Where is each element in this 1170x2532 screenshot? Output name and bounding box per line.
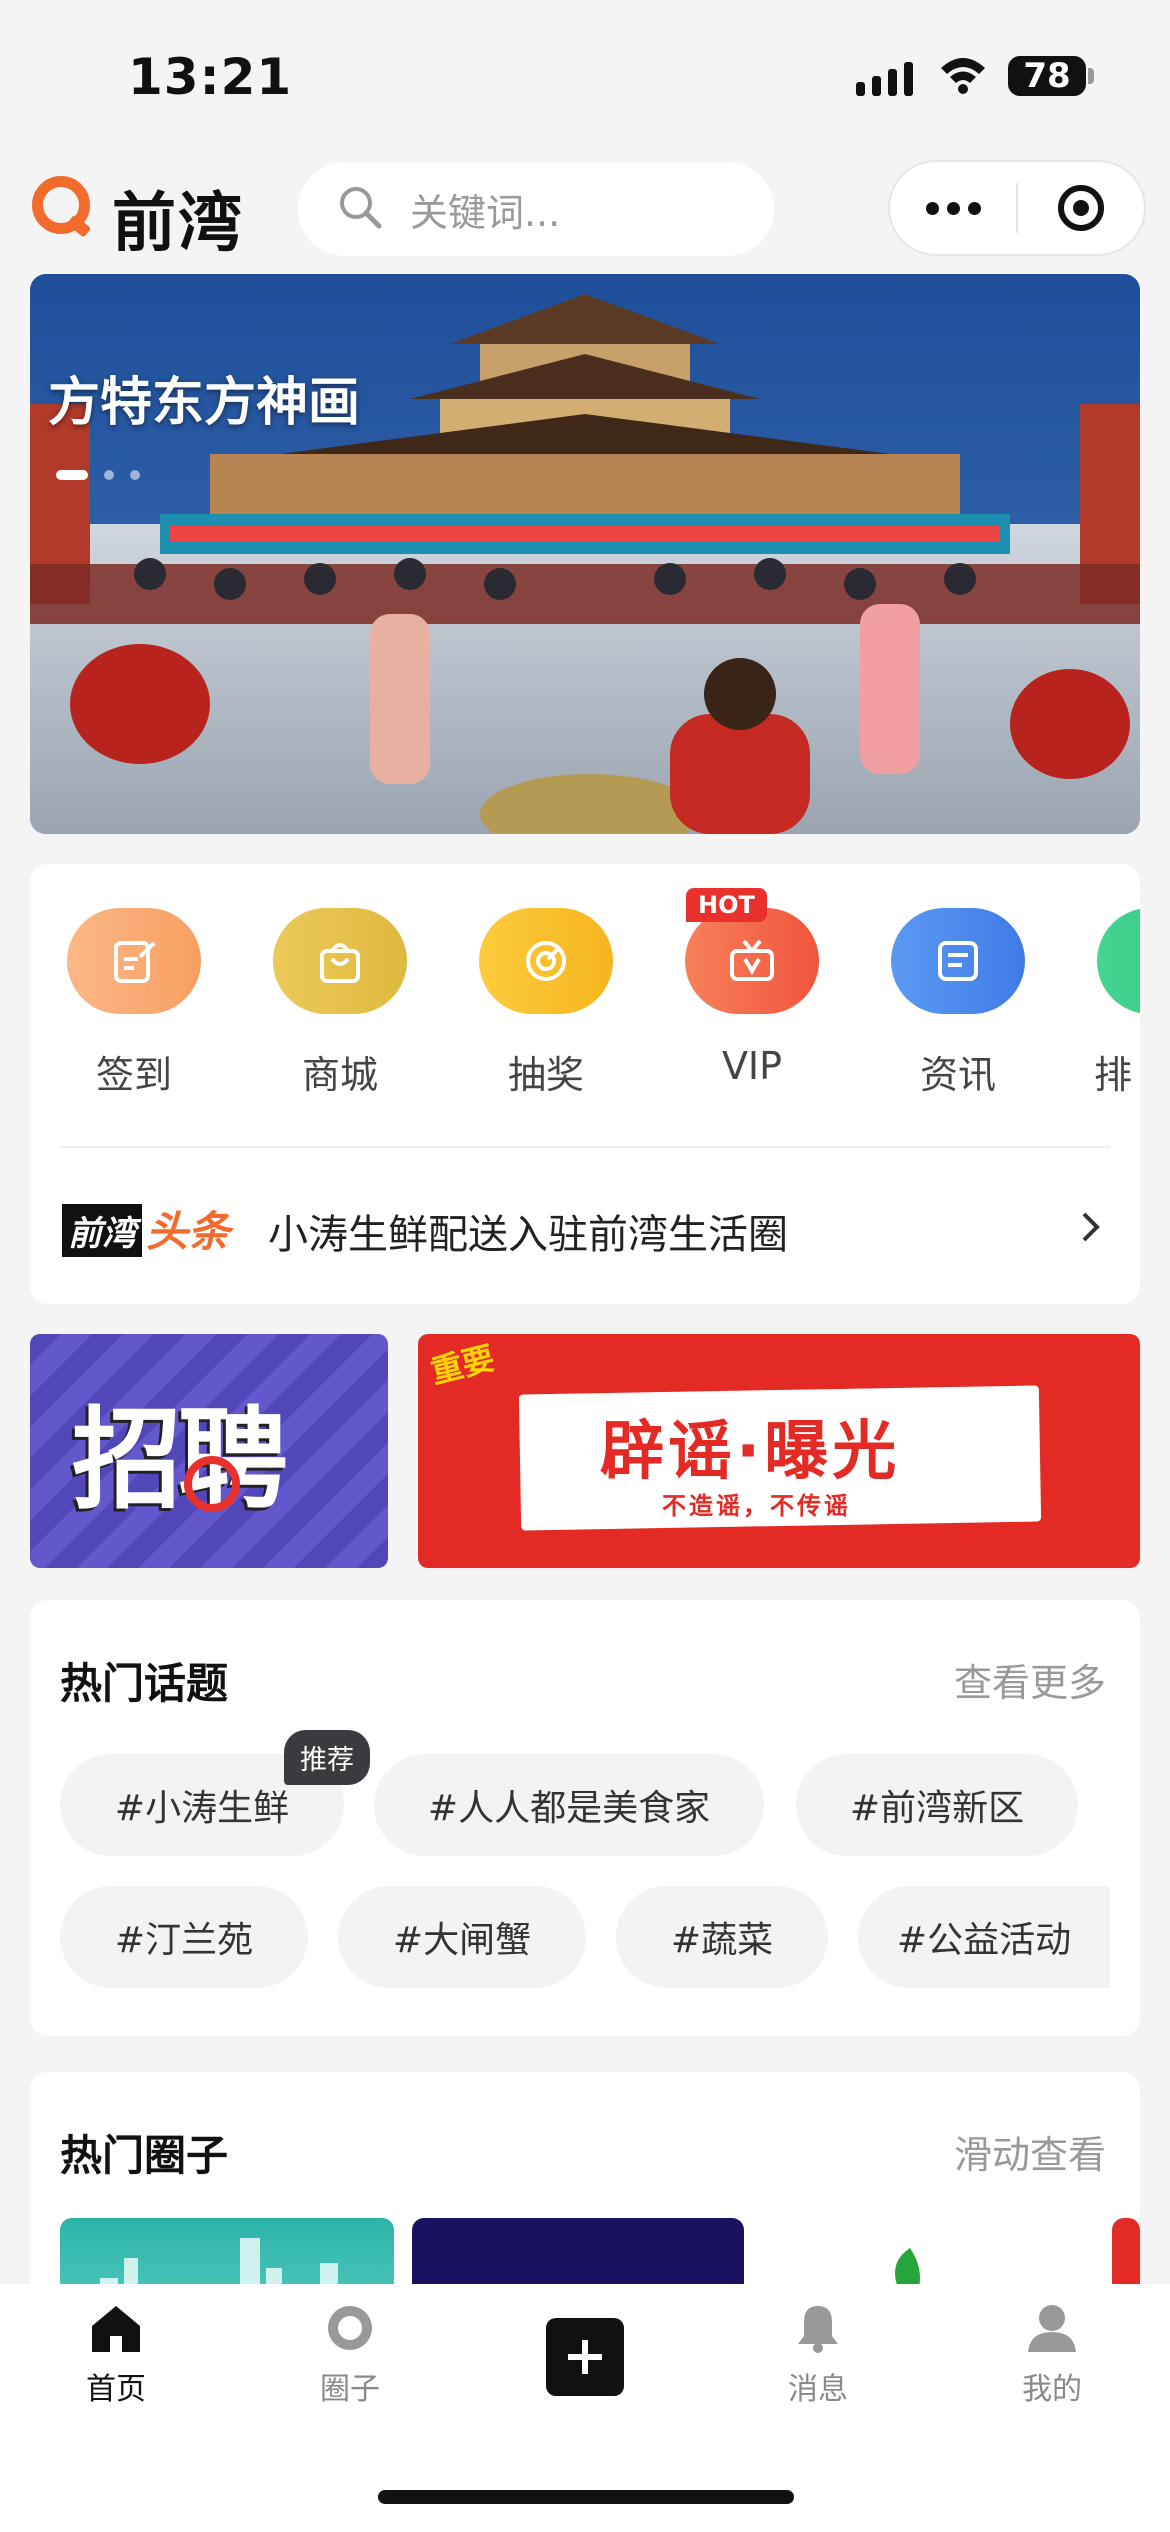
banner-dot	[130, 470, 140, 480]
hot-circles-title: 热门圈子	[60, 2131, 229, 2180]
hot-circles-hint: 滑动查看	[954, 2133, 1107, 2177]
search-icon	[338, 185, 382, 233]
menu-item-vip[interactable]: HOT VIP	[682, 888, 822, 1088]
home-indicator	[378, 2490, 794, 2504]
tab-label: 首页	[86, 2372, 146, 2407]
headline-brand-b: 头条	[146, 1207, 231, 1256]
search-placeholder: 关键词...	[410, 190, 561, 235]
battery-tip	[1088, 68, 1094, 84]
banner-dot-active	[56, 470, 88, 480]
menu-item-ranking[interactable]: 排	[1094, 908, 1140, 1099]
hot-topics-title: 热门话题	[60, 1659, 229, 1708]
close-miniprogram-icon[interactable]	[1018, 185, 1144, 231]
banner-pagination	[56, 470, 140, 480]
plus-icon	[568, 2340, 602, 2374]
menu-label: VIP	[721, 1044, 783, 1088]
topic-chip[interactable]: #蔬菜	[616, 1886, 828, 1988]
search-bar[interactable]: 关键词...	[298, 162, 774, 256]
rumor-title: 辟谣·曝光	[600, 1415, 901, 1489]
hot-topics-more-link[interactable]: 查看更多	[954, 1652, 1106, 1707]
tab-messages[interactable]: 消息	[748, 2302, 888, 2408]
logo-mark-tail	[66, 214, 92, 238]
app-logo-text: 前湾	[112, 187, 244, 261]
lottery-icon	[479, 908, 613, 1014]
news-icon	[891, 908, 1025, 1014]
chevron-right-icon[interactable]	[1080, 1210, 1102, 1248]
topic-chip[interactable]: #公益活动	[858, 1886, 1110, 1988]
menu-item-lottery[interactable]: 抽奖	[476, 908, 616, 1099]
banner-dot	[104, 470, 114, 480]
topic-chip[interactable]: #人人都是美食家	[374, 1754, 764, 1856]
tab-circle[interactable]: 圈子	[280, 2302, 420, 2408]
quick-menu-card: 签到 商城 抽奖 HOT VIP 资讯 排 前湾 头条 小涛生鲜配送入驻前湾生活…	[30, 864, 1140, 1304]
menu-label: 商城	[301, 1053, 378, 1097]
signal-icon	[856, 62, 913, 96]
status-time: 13:21	[128, 48, 293, 106]
banner-carousel[interactable]	[30, 274, 1140, 834]
menu-label: 排	[1094, 1053, 1133, 1097]
tab-label: 圈子	[320, 2372, 380, 2407]
topic-chip[interactable]: #大闸蟹	[338, 1886, 586, 1988]
headline-text[interactable]: 小涛生鲜配送入驻前湾生活圈	[268, 1202, 788, 1260]
tab-home[interactable]: 首页	[46, 2302, 186, 2408]
headline-brand-a: 前湾	[62, 1204, 142, 1257]
more-icon[interactable]	[890, 201, 1016, 215]
recommended-badge: 推荐	[284, 1730, 370, 1785]
miniprogram-capsule	[888, 160, 1146, 256]
bell-icon	[748, 2302, 888, 2358]
hot-badge: HOT	[686, 888, 767, 922]
recruitment-text: 招聘	[72, 1396, 288, 1524]
menu-label: 抽奖	[507, 1053, 584, 1097]
banner-caption: 方特东方神画	[48, 373, 361, 433]
create-post-button[interactable]	[546, 2318, 624, 2396]
tab-label: 我的	[1022, 2372, 1082, 2407]
rumor-subtitle: 不造谣，不传谣	[662, 1492, 851, 1520]
menu-item-checkin[interactable]: 签到	[64, 908, 204, 1099]
menu-item-news[interactable]: 资讯	[888, 908, 1028, 1099]
ranking-icon	[1097, 908, 1140, 1014]
magnifier-icon	[184, 1456, 240, 1512]
circle-icon	[280, 2302, 420, 2358]
tab-mine[interactable]: 我的	[982, 2302, 1122, 2408]
topic-chip[interactable]: #汀兰苑	[60, 1886, 308, 1988]
topic-chip[interactable]: #前湾新区	[796, 1754, 1078, 1856]
wifi-icon	[938, 54, 988, 98]
divider	[60, 1146, 1110, 1148]
user-icon	[982, 2302, 1122, 2358]
checkin-icon	[67, 908, 201, 1014]
menu-item-mall[interactable]: 商城	[270, 908, 410, 1099]
shopping-bag-icon	[273, 908, 407, 1014]
menu-label: 签到	[95, 1053, 172, 1097]
banner-image	[30, 274, 1140, 834]
vip-icon	[685, 908, 819, 1014]
battery-indicator: 78	[1008, 56, 1086, 96]
menu-label: 资讯	[919, 1053, 996, 1097]
home-icon	[46, 2302, 186, 2358]
tab-label: 消息	[788, 2372, 848, 2407]
